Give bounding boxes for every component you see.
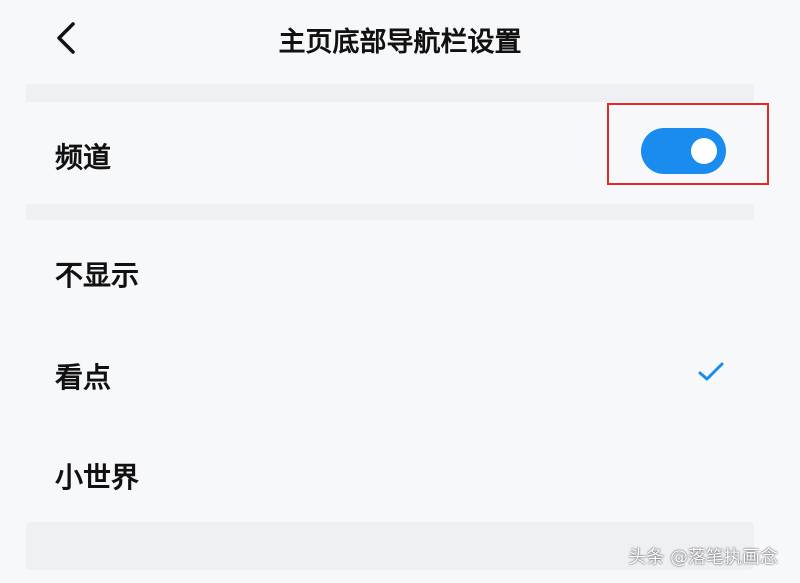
option-row-world[interactable]: 小世界	[0, 422, 800, 522]
channel-label: 频道	[55, 141, 112, 174]
section-divider	[26, 204, 754, 220]
option-label: 小世界	[55, 461, 140, 494]
header-bar: 主页底部导航栏设置	[0, 0, 800, 80]
option-row-hide[interactable]: 不显示	[0, 222, 800, 322]
watermark: 头条 @落笔执画念	[628, 547, 778, 568]
option-label: 不显示	[55, 259, 140, 292]
page-title: 主页底部导航栏设置	[278, 27, 522, 58]
option-label: 看点	[55, 361, 112, 394]
option-row-kandian[interactable]: 看点	[0, 322, 800, 422]
toggle-knob	[691, 138, 717, 164]
settings-screen: 主页底部导航栏设置 频道 不显示 看点 小世界 头条 @落笔执画念	[0, 0, 800, 583]
channel-toggle[interactable]	[641, 128, 726, 174]
section-divider	[26, 84, 754, 102]
checkmark-icon	[698, 362, 724, 381]
